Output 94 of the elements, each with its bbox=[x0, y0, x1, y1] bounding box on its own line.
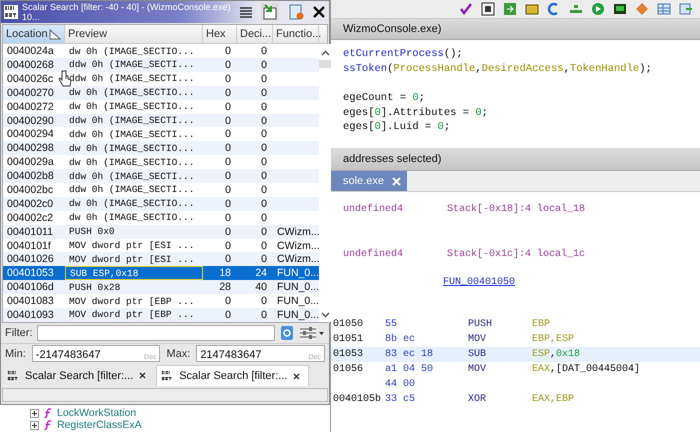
mnemonic-text: MOV bbox=[468, 334, 486, 345]
local-storage: Stack[-0x1c]:4 local_1c bbox=[447, 249, 586, 262]
sliders-icon[interactable] bbox=[299, 326, 325, 340]
table-row[interactable]: 00401026 MOV dword ptr [ESI ... 0 0 CWizm... bbox=[3, 252, 319, 266]
local-type: undefined4 bbox=[343, 249, 404, 262]
table-row[interactable]: 0040029a dw 0h (IMAGE_SECTIO... 0 0 bbox=[3, 155, 319, 170]
code-line: ssToken(ProcessHandle,DesiredAccess,TokenHandle); bbox=[343, 62, 652, 75]
close-icon[interactable] bbox=[139, 372, 146, 380]
close-icon[interactable] bbox=[293, 372, 300, 380]
checkmark-icon[interactable] bbox=[459, 2, 473, 16]
bytes-text: 83 ec 18 bbox=[385, 349, 434, 360]
local-storage: Stack[-0x18]:4 local_18 bbox=[447, 204, 586, 217]
operand-text: EBP,ESP bbox=[532, 334, 574, 345]
function-label[interactable]: FUN_00401050 bbox=[443, 277, 516, 288]
mnemonic-text: MOV bbox=[468, 364, 486, 375]
table-row[interactable]: 0040106d PUSH 0x28 28 40 FUN_0... bbox=[3, 280, 319, 294]
column-header[interactable]: Deci... bbox=[237, 25, 273, 44]
sort-icon bbox=[49, 28, 61, 40]
address-text: 01051 bbox=[333, 334, 364, 345]
dat-icon bbox=[161, 370, 174, 382]
bytes-text: 44 00 bbox=[385, 379, 416, 390]
terminal-icon[interactable] bbox=[613, 2, 627, 16]
local-type: undefined4 bbox=[343, 204, 404, 217]
expand-icon[interactable] bbox=[30, 420, 39, 430]
filter-label: Filter: bbox=[5, 327, 32, 340]
code-line: eges[0].Attributes = 0; bbox=[343, 106, 488, 119]
bytes-text: a1 04 50 bbox=[385, 364, 434, 375]
scroll-down-icon[interactable] bbox=[320, 312, 330, 318]
table-row[interactable]: 00400290 ddw 0h (IMAGE_SECTI... 0 0 bbox=[3, 114, 319, 128]
close-icon[interactable] bbox=[313, 6, 325, 18]
operand-text: EAX,EBP bbox=[532, 394, 574, 405]
table-row[interactable]: 004002c0 dw 0h (IMAGE_SECTIO... 0 0 bbox=[3, 196, 319, 211]
table-row[interactable]: 00400270 dw 0h (IMAGE_SECTIO... 0 0 bbox=[3, 86, 319, 100]
min-label: Min: bbox=[5, 348, 26, 360]
mnemonic-text: XOR bbox=[468, 394, 486, 405]
function-icon bbox=[44, 408, 52, 418]
table-row[interactable]: 00401053 SUB ESP,0x18 18 24 FUN_0... bbox=[3, 266, 319, 280]
window-tab[interactable]: Scalar Search [filter:... bbox=[3, 366, 154, 385]
operand-text: EBP bbox=[532, 319, 550, 330]
address-text: 01056 bbox=[333, 364, 364, 375]
document-icon[interactable] bbox=[287, 3, 305, 22]
table-row[interactable]: 004002b8 ddw 0h (IMAGE_SECTI... 0 0 bbox=[3, 169, 319, 184]
table-row[interactable]: 00401093 MOV dword ptr [EBP ... 0 0 FUN_0... bbox=[3, 308, 319, 322]
address-text: 01053 bbox=[333, 349, 364, 360]
code-line: eges[0].Luid = 0; bbox=[343, 121, 450, 134]
max-label: Max: bbox=[166, 348, 190, 360]
dat-icon bbox=[7, 370, 19, 382]
table-row[interactable]: 00400298 dw 0h (IMAGE_SECTIO... 0 0 bbox=[3, 141, 319, 156]
table-row[interactable]: 0040024a dw 0h (IMAGE_SECTIO... 0 0 bbox=[3, 44, 319, 58]
window-title: Scalar Search [filter: -40 - 40] - (WizmoConsole.exe) 10... bbox=[22, 2, 231, 22]
table-row[interactable]: 0040101f MOV dword ptr [ESI ... 0 0 CWizm... bbox=[3, 238, 319, 252]
refresh-icon[interactable] bbox=[279, 325, 295, 342]
expand-icon[interactable] bbox=[30, 408, 39, 418]
filter-field[interactable] bbox=[36, 325, 275, 342]
table-row[interactable]: 00400294 ddw 0h (IMAGE_SECTI... 0 0 bbox=[3, 127, 319, 142]
table-row[interactable]: 004002c2 dw 0h (IMAGE_SECTIO... 0 0 bbox=[3, 210, 319, 225]
bytes-text: 55 bbox=[385, 319, 398, 330]
column-header[interactable]: Preview bbox=[65, 25, 203, 44]
scroll-thumb[interactable] bbox=[319, 60, 331, 68]
bytes-text: 8b ec bbox=[385, 334, 416, 345]
operand-text: ESP,0x18 bbox=[532, 349, 580, 360]
column-header[interactable]: Location bbox=[3, 25, 65, 44]
address-text: 01050 bbox=[333, 319, 364, 330]
navigate-icon[interactable] bbox=[261, 3, 279, 22]
mnemonic-text: SUB bbox=[468, 349, 486, 360]
column-header[interactable]: Hex bbox=[203, 25, 237, 44]
table-row[interactable]: 004002bc ddw 0h (IMAGE_SECTI... 0 0 bbox=[3, 183, 319, 197]
window-tab[interactable]: Scalar Search [filter:... bbox=[156, 365, 310, 386]
code-line: etCurrentProcess(); bbox=[343, 48, 463, 60]
tree-item[interactable]: LockWorkStation bbox=[57, 407, 136, 419]
column-header[interactable]: Functio... bbox=[273, 25, 319, 44]
play-icon[interactable] bbox=[591, 2, 605, 16]
bytes-text: 33 c5 bbox=[385, 394, 416, 405]
diamond-icon[interactable] bbox=[635, 2, 649, 16]
code-line: egeCount = 0; bbox=[343, 92, 425, 104]
table-row[interactable]: 00400272 dw 0h (IMAGE_SECTIO... 0 0 bbox=[3, 100, 319, 114]
mnemonic-text: PUSH bbox=[468, 319, 492, 330]
function-icon bbox=[44, 420, 52, 430]
table-row[interactable]: 00401083 MOV dword ptr [EBP ... 0 0 FUN_0... bbox=[3, 294, 319, 308]
table-row[interactable]: 00400268 ddw 0h (IMAGE_SECTI... 0 0 bbox=[3, 58, 319, 72]
scroll-up-icon[interactable] bbox=[320, 50, 330, 56]
export-icon[interactable] bbox=[503, 2, 517, 16]
file-tab[interactable]: sole.exe bbox=[331, 171, 407, 191]
menu-icon[interactable] bbox=[239, 6, 253, 18]
tree-item[interactable]: RegisterClassExA bbox=[57, 419, 142, 431]
panel-header: addresses selected) bbox=[331, 148, 700, 171]
operand-text: EAX,[DAT_00445004] bbox=[532, 364, 640, 375]
dat-icon bbox=[4, 5, 18, 20]
table-icon[interactable] bbox=[657, 2, 671, 16]
table-row[interactable]: 00401011 PUSH 0x0 0 0 CWizm... bbox=[3, 224, 319, 239]
table-row[interactable]: 0040026c ddw 0h (IMAGE_SECTI... 0 0 bbox=[3, 72, 319, 86]
panel-header: WizmoConsole.exe) bbox=[331, 19, 700, 40]
scrollbar[interactable] bbox=[319, 44, 331, 322]
address-text: 0040105b bbox=[333, 394, 382, 405]
